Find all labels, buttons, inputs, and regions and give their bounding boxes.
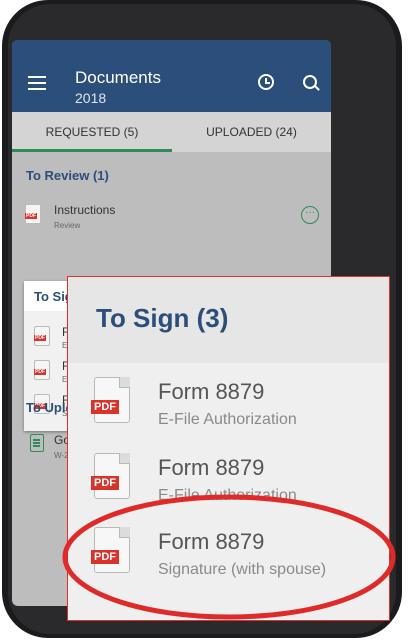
section-header-to-sign-zoomed: To Sign (3) — [96, 303, 229, 333]
history-icon[interactable] — [258, 74, 274, 90]
list-item-title[interactable]: Instructions — [54, 203, 115, 217]
list-item-subtitle: Review — [54, 221, 81, 230]
pdf-icon — [25, 204, 41, 224]
menu-icon[interactable] — [28, 76, 46, 90]
list-item-subtitle: E-File Authorization — [158, 411, 297, 428]
search-icon[interactable] — [303, 75, 317, 89]
pdf-icon: PDF — [91, 377, 130, 423]
pdf-icon — [34, 360, 50, 380]
section-header-to-review: To Review (1) — [26, 168, 109, 183]
app-bar: Documents 2018 — [12, 40, 331, 112]
more-options-icon[interactable]: ··· — [301, 206, 319, 224]
list-item-title: Form 8879 — [158, 455, 265, 480]
list-item[interactable]: PDF Form 8879 E-File Authorization — [68, 375, 389, 451]
zoom-header: To Sign (3) — [68, 277, 389, 363]
pdf-icon: PDF — [91, 453, 130, 499]
list-item-subtitle: Signature (with spouse) — [158, 561, 327, 578]
list-item-title: Form 8879 — [158, 529, 265, 554]
list-item-subtitle: E-File Authorization — [158, 487, 297, 504]
list-item-title: Form 8879 — [158, 379, 265, 404]
pdf-icon — [34, 326, 50, 346]
tab-uploaded[interactable]: UPLOADED (24) — [172, 112, 331, 152]
page-subtitle: 2018 — [75, 90, 107, 106]
zoom-callout: To Sign (3) PDF Form 8879 E-File Authori… — [67, 276, 390, 621]
tab-bar: REQUESTED (5) UPLOADED (24) — [12, 112, 331, 152]
page-title: Documents — [75, 68, 161, 87]
pdf-icon: PDF — [91, 527, 130, 573]
list-item[interactable]: PDF Form 8879 E-File Authorization — [68, 451, 389, 527]
list-item-highlighted[interactable]: PDF Form 8879 Signature (with spouse) — [68, 525, 389, 601]
document-icon — [30, 434, 44, 452]
tab-requested[interactable]: REQUESTED (5) — [12, 112, 172, 152]
